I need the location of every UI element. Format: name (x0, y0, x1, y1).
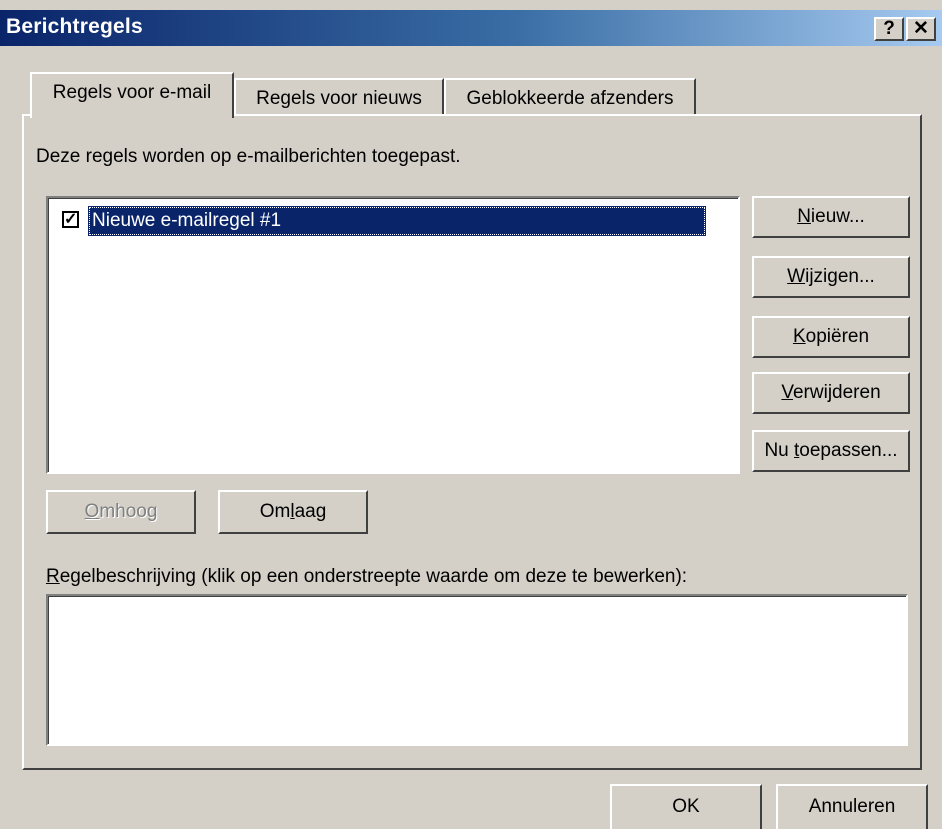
button-label-post: ieuw... (810, 206, 865, 227)
button-label: Annuleren (808, 796, 896, 817)
help-icon: ? (883, 18, 895, 39)
button-label-post: mhoog (99, 501, 158, 522)
button-label: OK (672, 796, 700, 817)
tab-label: Geblokkeerde afzenders (466, 88, 674, 109)
modify-rule-button[interactable]: Wijzigen... (752, 256, 910, 298)
button-label-post: opiëren (805, 326, 870, 347)
button-label-post: aag (294, 501, 327, 522)
button-label-post: oepassen... (799, 440, 898, 461)
button-mnemonic: W (787, 266, 806, 287)
copy-rule-button[interactable]: Kopiëren (752, 316, 910, 358)
button-label-post: ijzigen... (805, 266, 875, 287)
ok-button[interactable]: OK (610, 784, 762, 829)
button-mnemonic: K (792, 326, 806, 347)
button-label-pre: Om (259, 501, 291, 522)
new-rule-button[interactable]: Nieuw... (752, 196, 910, 238)
tab-blocked-senders[interactable]: Geblokkeerde afzenders (444, 78, 696, 116)
button-mnemonic: O (84, 501, 100, 522)
rule-description-box[interactable] (46, 594, 908, 746)
checkmark-icon: ✓ (64, 211, 78, 228)
tab-label: Regels voor e-mail (52, 82, 212, 103)
rule-name[interactable]: Nieuwe e-mailregel #1 (88, 206, 706, 236)
close-button[interactable]: ✕ (906, 17, 936, 41)
button-label-post: erwijderen (792, 382, 881, 403)
help-button[interactable]: ? (874, 17, 904, 41)
rules-list[interactable]: ✓ Nieuwe e-mailregel #1 (46, 196, 740, 474)
tab-news-rules[interactable]: Regels voor nieuws (234, 78, 444, 116)
window-title: Berichtregels (6, 15, 143, 38)
button-mnemonic: N (797, 206, 811, 227)
title-bar[interactable]: Berichtregels ? ✕ (0, 10, 942, 46)
panel-description: Deze regels worden op e-mailberichten to… (36, 146, 461, 167)
tab-email-rules[interactable]: Regels voor e-mail (30, 72, 234, 118)
button-mnemonic: V (781, 382, 793, 403)
rule-description-label: Regelbeschrijving (klik op een onderstre… (46, 566, 687, 588)
move-up-button[interactable]: Omhoog (46, 490, 196, 534)
apply-now-button[interactable]: Nu toepassen... (752, 430, 910, 472)
cancel-button[interactable]: Annuleren (776, 784, 928, 829)
button-label-pre: Nu (764, 440, 795, 461)
tab-label: Regels voor nieuws (256, 88, 422, 109)
close-icon: ✕ (913, 18, 929, 39)
move-down-button[interactable]: Omlaag (218, 490, 368, 534)
delete-rule-button[interactable]: Verwijderen (752, 372, 910, 414)
label-text: egelbeschrijving (klik op een onderstree… (59, 566, 688, 587)
rule-list-item[interactable]: ✓ Nieuwe e-mailregel #1 (60, 206, 706, 236)
rule-checkbox[interactable]: ✓ (62, 211, 79, 228)
label-mnemonic: R (46, 566, 60, 587)
